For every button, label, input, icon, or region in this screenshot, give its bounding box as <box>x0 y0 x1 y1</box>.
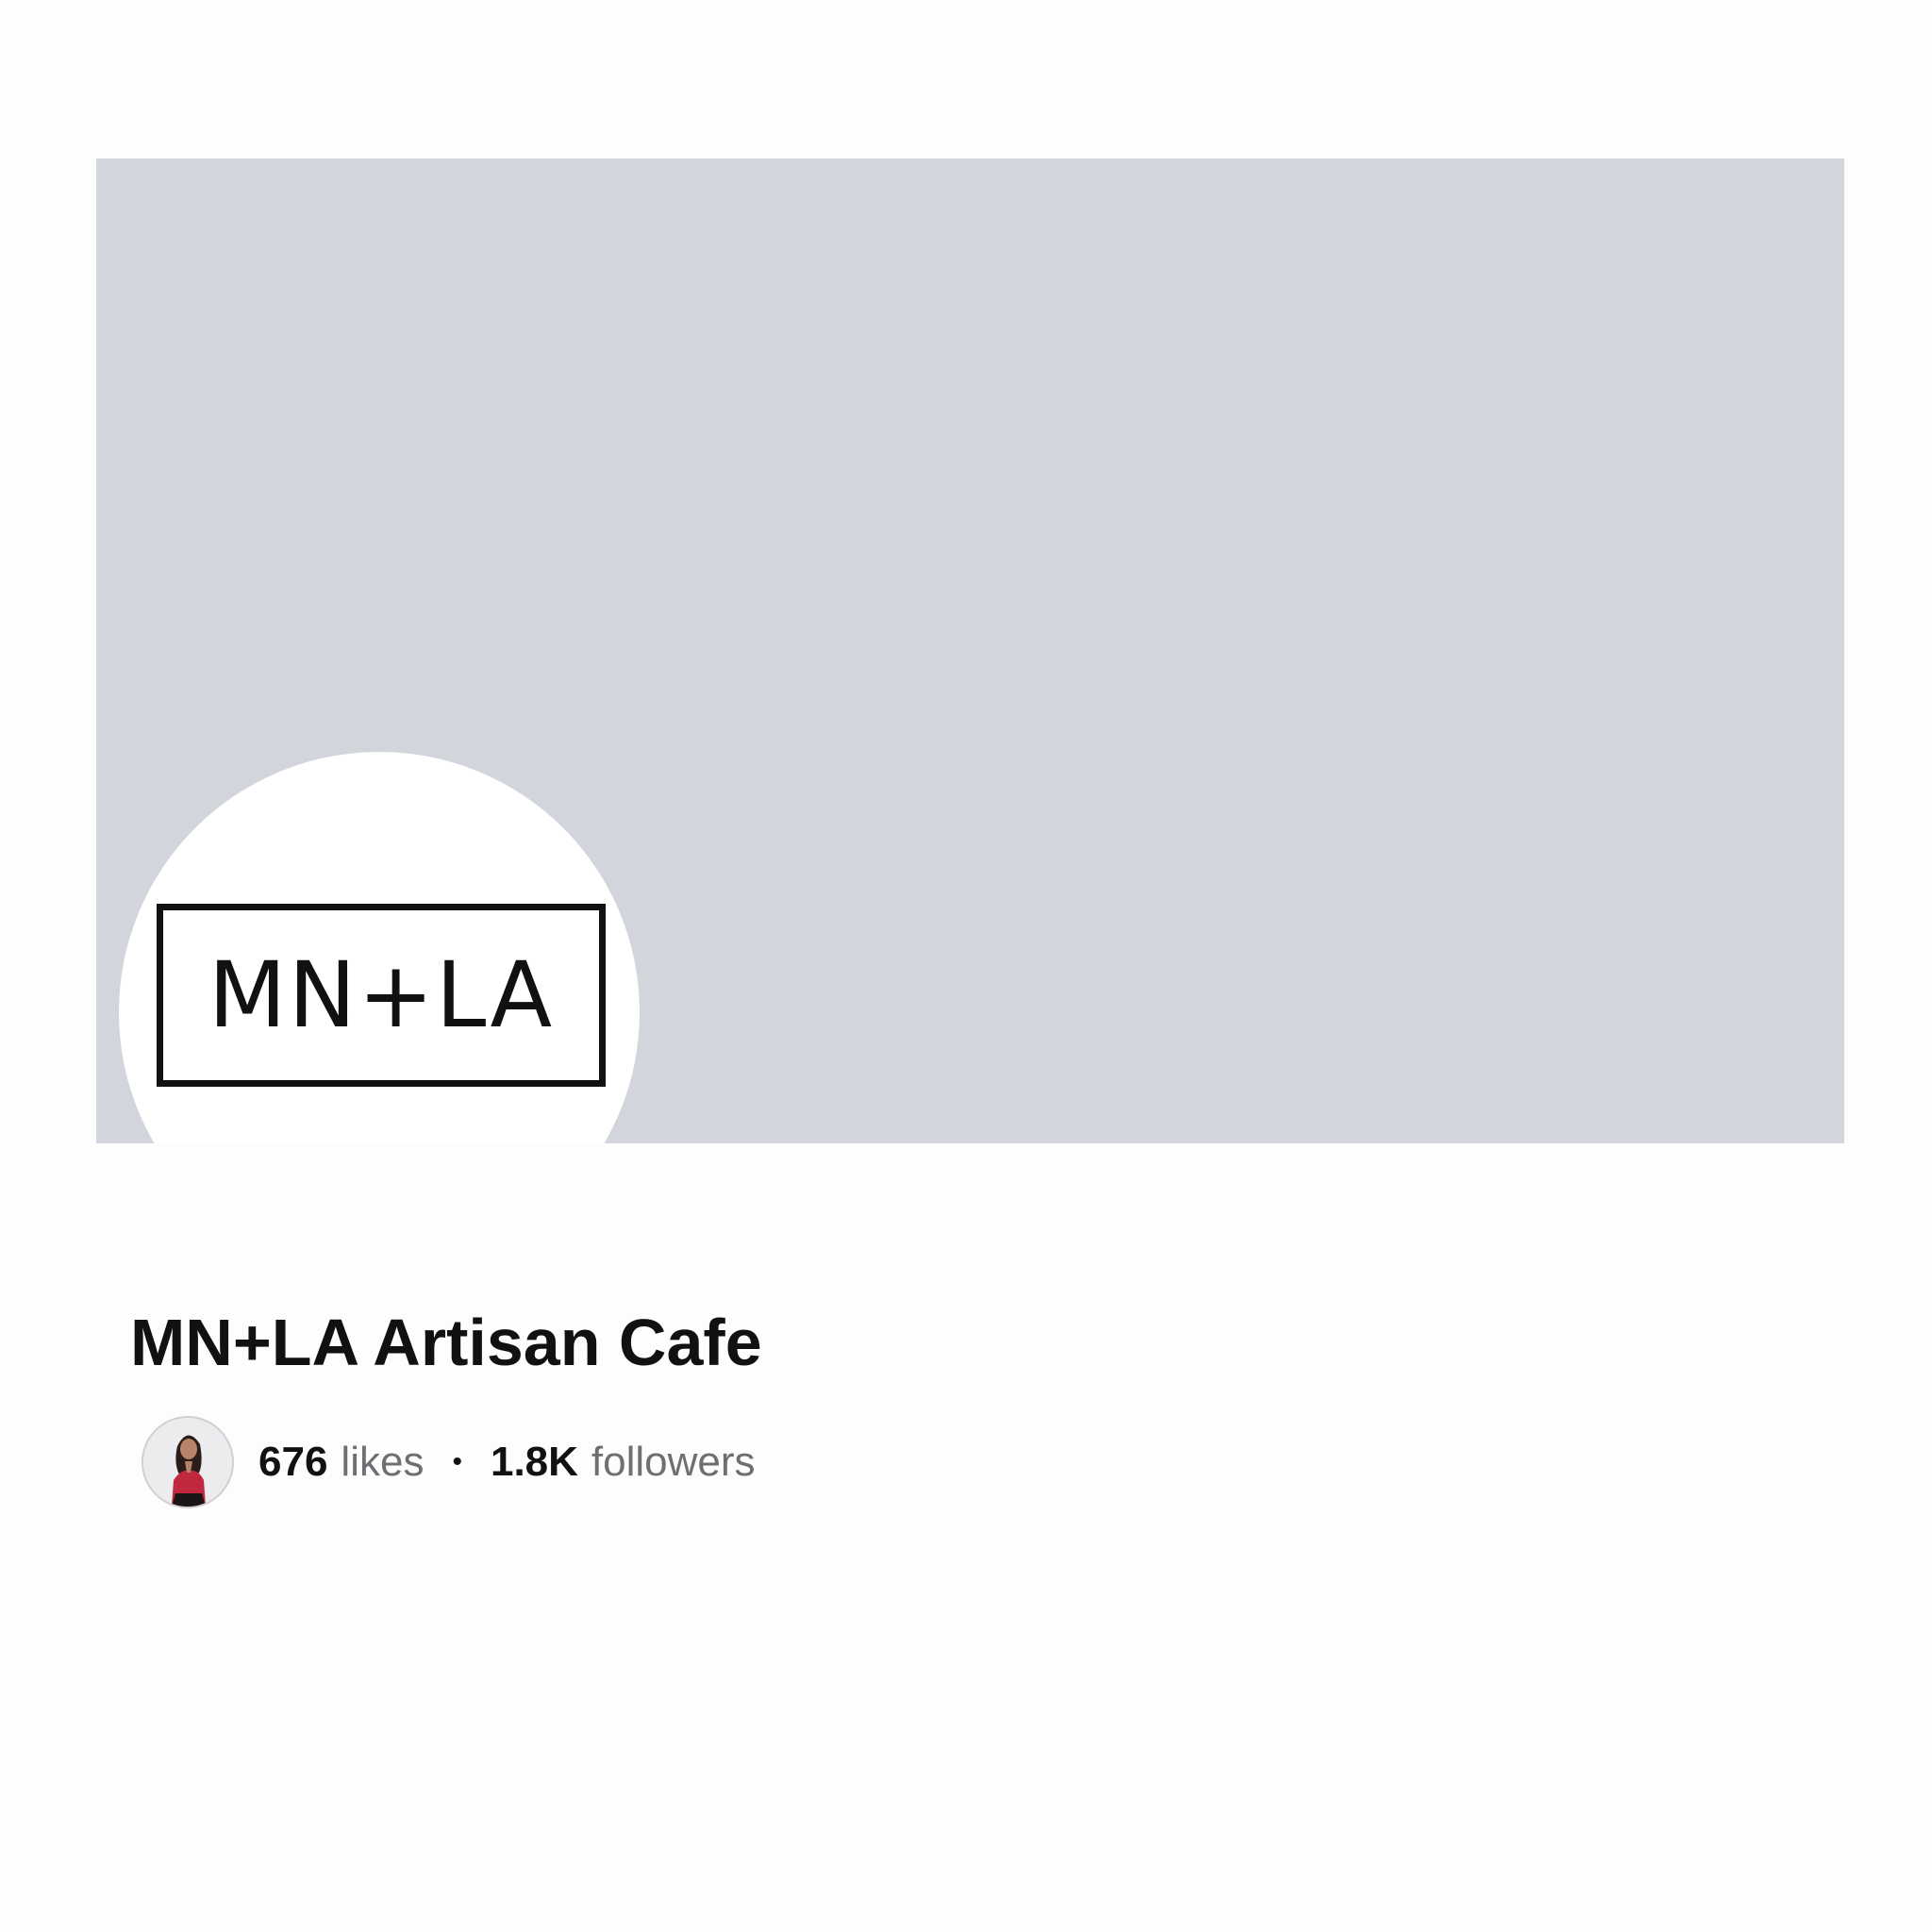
page-profile: MN+LA MN+LA Artisan Cafe 676 likes • 1.8… <box>0 0 1932 1932</box>
profile-logo: MN+LA <box>157 904 606 1087</box>
page-stats: 676 likes • 1.8K followers <box>142 1415 756 1509</box>
followers-label: followers <box>591 1439 756 1485</box>
likes-label: likes <box>341 1439 425 1485</box>
logo-text: MN+LA <box>208 942 555 1048</box>
user-avatar-icon <box>143 1418 232 1507</box>
friend-avatar[interactable] <box>142 1416 234 1508</box>
followers-count: 1.8K <box>490 1439 578 1485</box>
separator-dot: • <box>452 1446 462 1477</box>
likes-count: 676 <box>258 1439 328 1485</box>
page-title[interactable]: MN+LA Artisan Cafe <box>130 1309 762 1375</box>
content-area <box>0 1143 1932 1932</box>
